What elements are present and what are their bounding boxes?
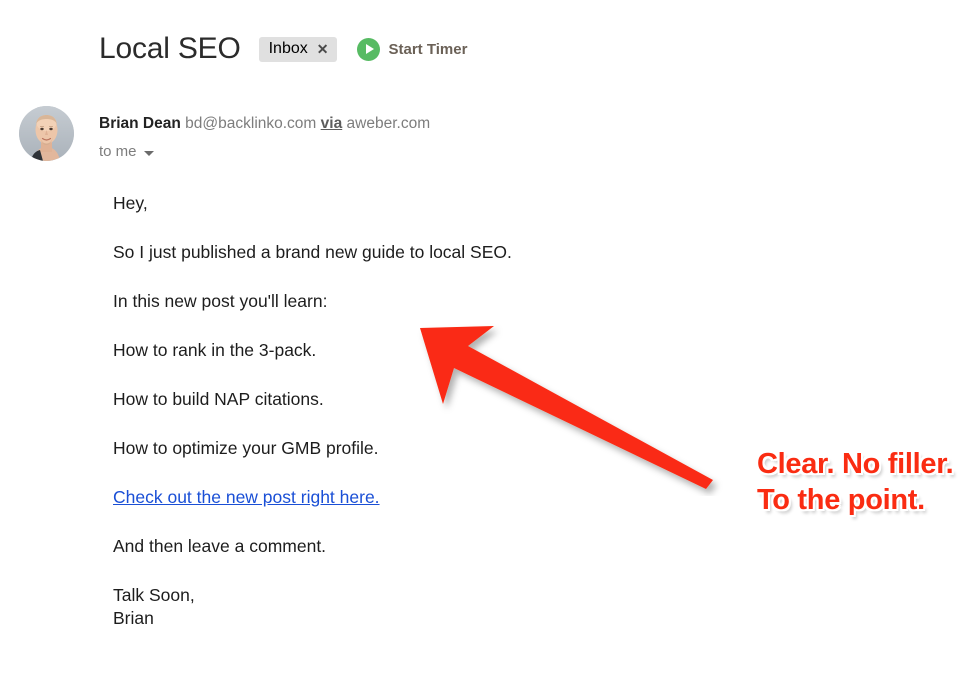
via-label[interactable]: via	[321, 115, 343, 132]
annotation-caption: Clear. No filler. To the point.	[757, 448, 954, 516]
body-paragraph: How to build NAP citations.	[113, 389, 324, 409]
recipient-label: to me	[99, 143, 137, 160]
body-paragraph: In this new post you'll learn:	[113, 291, 328, 311]
recipient-row[interactable]: to me	[99, 142, 154, 162]
label-chip-text: Inbox	[268, 40, 308, 57]
body-paragraph: Hey,	[113, 193, 148, 213]
body-paragraph: How to rank in the 3-pack.	[113, 340, 317, 360]
sender-name[interactable]: Brian Dean	[99, 115, 181, 132]
post-link[interactable]: Check out the new post right here.	[113, 487, 380, 507]
avatar-photo	[19, 106, 74, 161]
body-paragraph: And then leave a comment.	[113, 536, 327, 556]
body-paragraph: So I just published a brand new guide to…	[113, 242, 512, 262]
email-body: Hey, So I just published a brand new gui…	[113, 192, 673, 656]
via-domain: aweber.com	[346, 115, 431, 132]
close-icon[interactable]: ✕	[317, 42, 329, 56]
start-timer-button[interactable]: Start Timer	[357, 37, 468, 61]
play-circle-icon[interactable]	[357, 37, 381, 61]
avatar[interactable]	[19, 106, 74, 161]
sender-line: Brian Dean bd@backlinko.com via aweber.c…	[99, 114, 430, 134]
body-link-paragraph: Check out the new post right here.	[113, 486, 673, 509]
chevron-down-icon[interactable]	[143, 151, 154, 156]
signoff-line-1: Talk Soon,	[113, 585, 195, 605]
page-title: Local SEO	[99, 32, 241, 65]
body-paragraph: How to optimize your GMB profile.	[113, 438, 379, 458]
sender-email: bd@backlinko.com	[185, 115, 317, 132]
subject-header-row: Local SEO Inbox ✕ Start Timer	[99, 28, 467, 70]
signoff-line-2: Brian	[113, 608, 154, 628]
label-chip-inbox[interactable]: Inbox ✕	[258, 36, 338, 62]
start-timer-label: Start Timer	[388, 40, 468, 58]
